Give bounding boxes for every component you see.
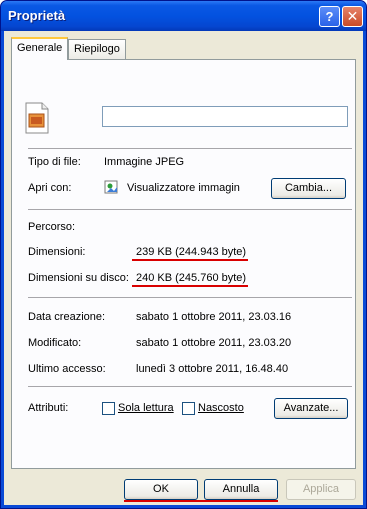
modified-label: Modificato: xyxy=(28,337,82,349)
opens-with-label: Apri con: xyxy=(28,182,72,194)
size-value: 239 KB (244.943 byte) xyxy=(136,246,247,258)
question-icon: ? xyxy=(325,9,334,24)
attributes-label: Attributi: xyxy=(28,402,69,414)
image-viewer-icon xyxy=(104,180,118,194)
help-button[interactable]: ? xyxy=(319,6,340,27)
close-icon: ✕ xyxy=(346,8,359,24)
change-button[interactable]: Cambia... xyxy=(271,178,346,199)
accessed-label: Ultimo accesso: xyxy=(28,363,106,375)
divider xyxy=(28,148,352,149)
tab-general[interactable]: Generale xyxy=(11,37,69,60)
location-label: Percorso: xyxy=(28,221,76,233)
modified-value: sabato 1 ottobre 2011, 23.03.20 xyxy=(136,337,292,349)
file-type-value: Immagine JPEG xyxy=(104,156,185,168)
annotation-underline xyxy=(124,500,278,502)
size-on-disk-label: Dimensioni su disco: xyxy=(28,272,129,284)
general-panel: Tipo di file: Immagine JPEG Apri con: Vi… xyxy=(11,59,356,469)
dialog-body: Generale Riepilogo Tipo di file: Immagin… xyxy=(4,31,363,505)
close-button[interactable]: ✕ xyxy=(342,6,363,27)
ok-button[interactable]: OK xyxy=(124,479,198,500)
readonly-label[interactable]: Sola lettura xyxy=(118,402,174,414)
divider xyxy=(28,386,352,387)
divider xyxy=(28,297,352,298)
hidden-checkbox[interactable] xyxy=(182,402,195,415)
properties-window: Proprietà ? ✕ Generale Riepilogo Tipo di… xyxy=(0,0,367,509)
annotation-underline xyxy=(132,259,248,261)
apply-button[interactable]: Applica xyxy=(286,479,356,500)
readonly-checkbox[interactable] xyxy=(102,402,115,415)
advanced-button[interactable]: Avanzate... xyxy=(274,398,348,419)
jpeg-file-icon xyxy=(25,102,49,134)
divider xyxy=(28,209,352,210)
annotation-underline xyxy=(132,285,248,287)
tab-summary[interactable]: Riepilogo xyxy=(68,39,126,59)
accessed-value: lunedì 3 ottobre 2011, 16.48.40 xyxy=(136,363,289,375)
file-type-label: Tipo di file: xyxy=(28,156,81,168)
file-name-input[interactable] xyxy=(102,106,348,127)
window-title: Proprietà xyxy=(8,8,66,23)
size-label: Dimensioni: xyxy=(28,246,86,258)
opens-with-value: Visualizzatore immagin xyxy=(127,182,240,194)
created-label: Data creazione: xyxy=(28,311,106,323)
size-on-disk-value: 240 KB (245.760 byte) xyxy=(136,272,247,284)
hidden-label[interactable]: Nascosto xyxy=(198,402,244,414)
title-bar[interactable]: Proprietà ? ✕ xyxy=(1,1,366,31)
cancel-button[interactable]: Annulla xyxy=(204,479,278,500)
created-value: sabato 1 ottobre 2011, 23.03.16 xyxy=(136,311,292,323)
